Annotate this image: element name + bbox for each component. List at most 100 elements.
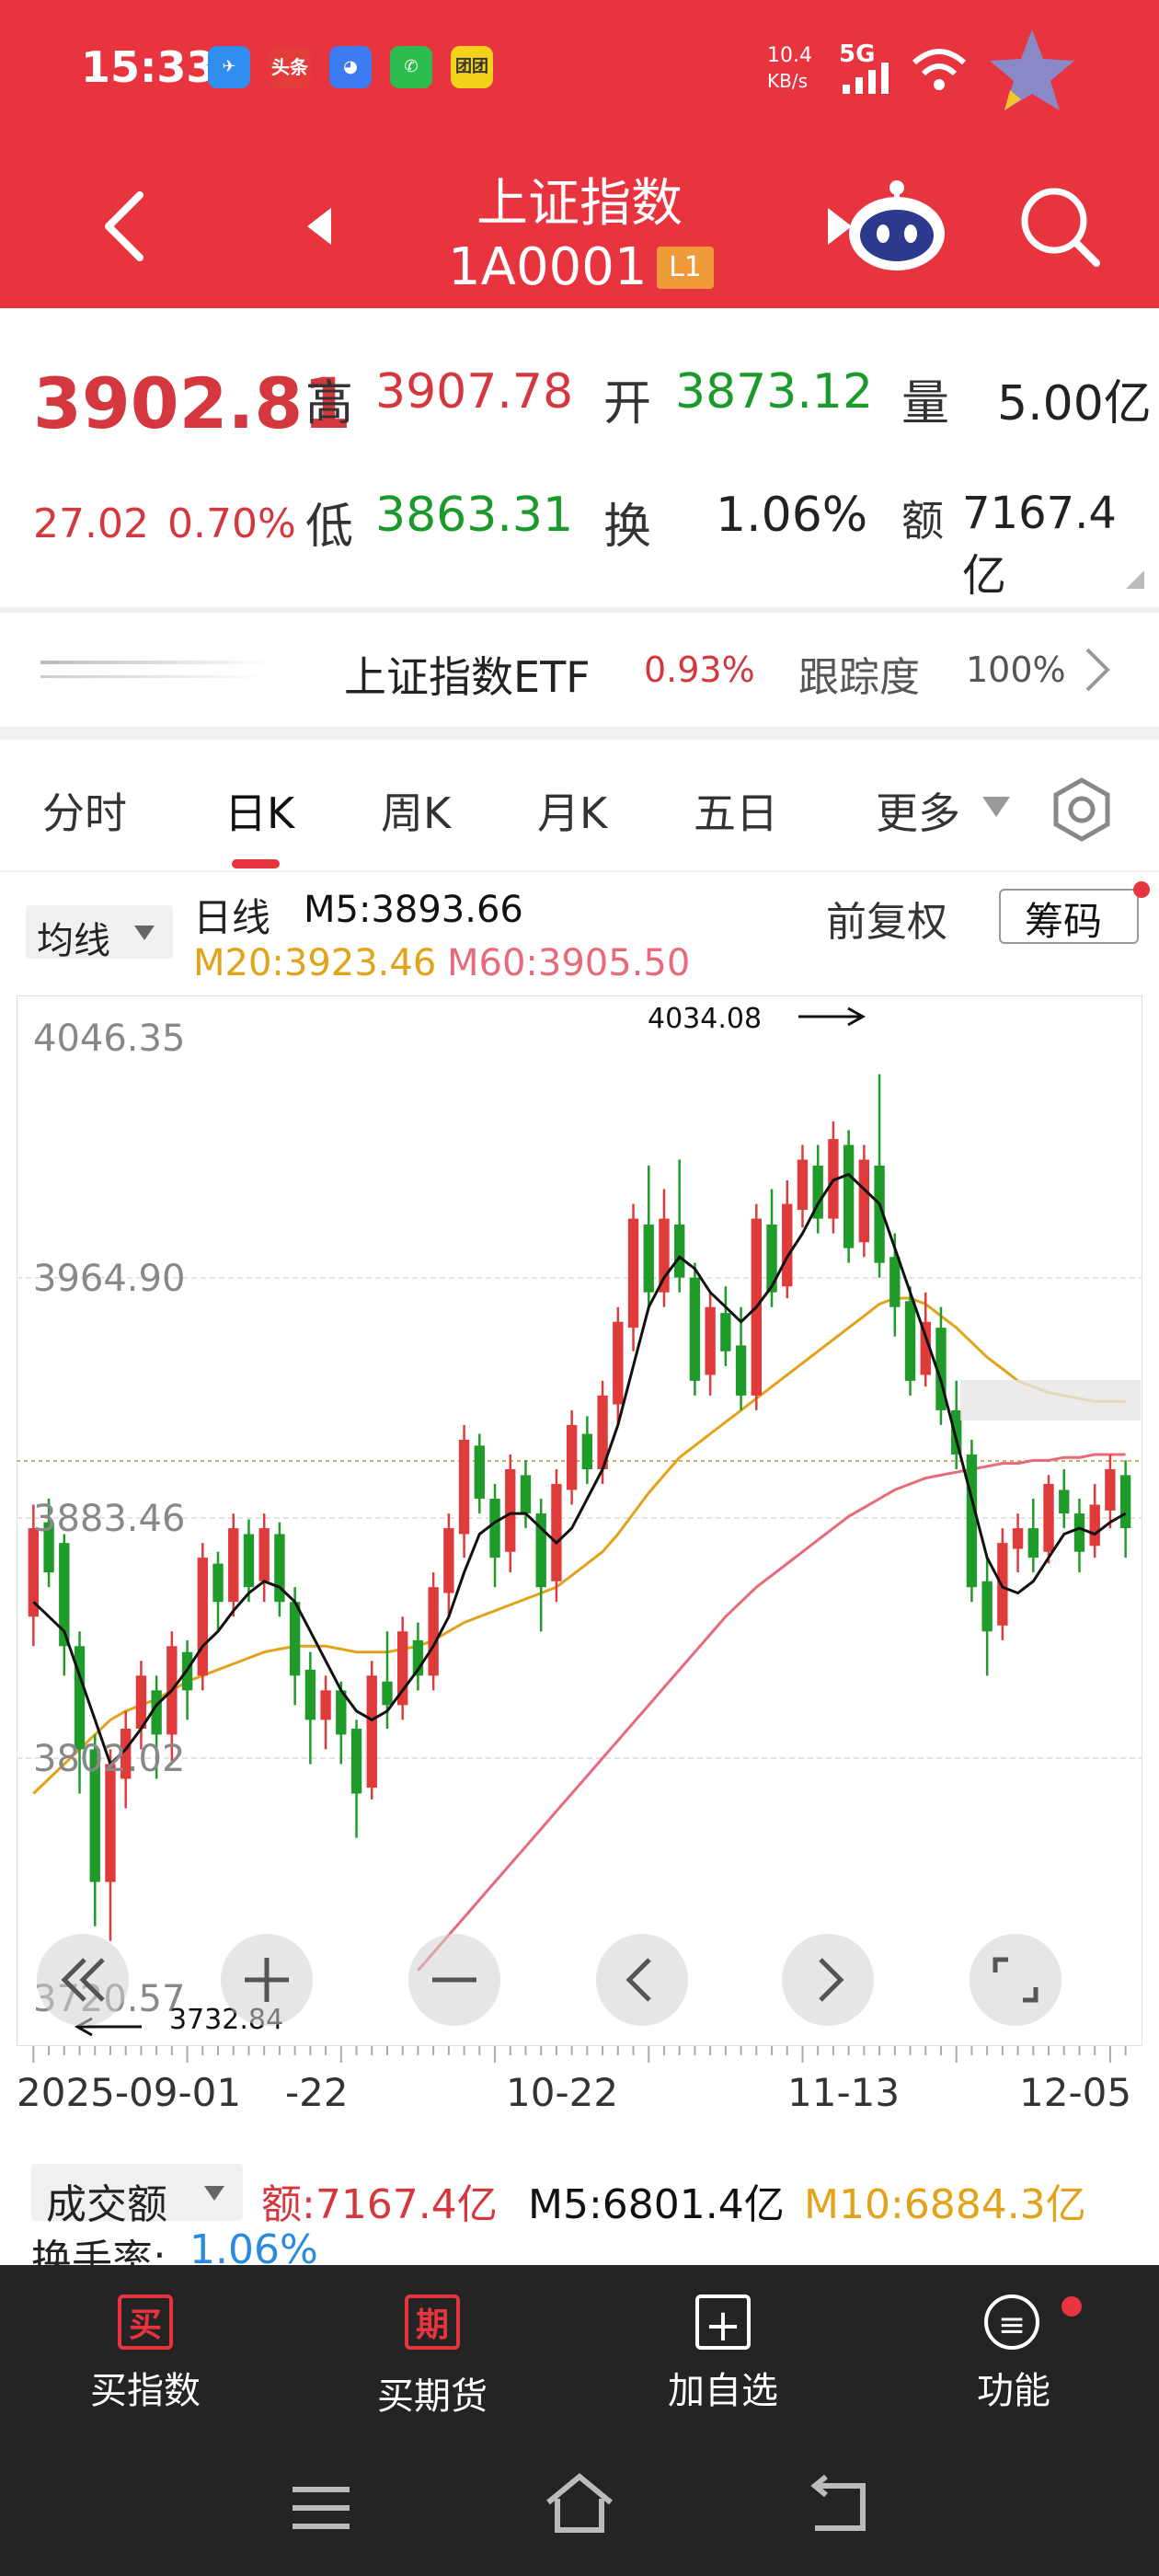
nav-buy-futures[interactable]: 买期货 xyxy=(331,2366,534,2420)
add-watchlist-icon: + xyxy=(695,2294,751,2352)
low-value: 3863.31 xyxy=(375,488,574,543)
ma5-line xyxy=(32,1172,1127,1767)
candle-body xyxy=(489,1499,500,1558)
stock-code: 1A0001 xyxy=(448,237,648,297)
tuantuan-app-icon: 团团 xyxy=(451,46,493,88)
turnover-label: 换 xyxy=(603,500,652,555)
tab-more[interactable]: 更多 xyxy=(876,780,960,841)
ma-selector-label: 均线 xyxy=(37,920,110,962)
expand-corner-icon[interactable] xyxy=(1124,569,1146,591)
nav-functions[interactable]: 功能 xyxy=(912,2361,1115,2414)
open-label: 开 xyxy=(603,376,652,431)
y-tick-label: 4046.35 xyxy=(33,1018,185,1060)
m5-value: M5:3893.66 xyxy=(304,889,523,931)
feishu-app-icon: ✈ xyxy=(208,46,250,88)
tab-five-day[interactable]: 五日 xyxy=(694,780,778,841)
m60-value: M60:3905.50 xyxy=(447,942,691,984)
m20-value: M20:3923.46 xyxy=(193,942,437,984)
candle-body xyxy=(674,1225,685,1278)
adjust-toggle[interactable]: 前复权 xyxy=(826,889,947,948)
candle-body xyxy=(720,1313,731,1351)
candle-body xyxy=(320,1690,331,1720)
y-tick-label: 3964.90 xyxy=(33,1258,185,1300)
candle-body xyxy=(289,1602,301,1676)
x-tick-label: 10-22 xyxy=(506,2070,619,2115)
fullscreen-icon xyxy=(993,1957,1039,2003)
tab-monthly-k[interactable]: 月K xyxy=(537,780,607,841)
high-label: 高 xyxy=(305,376,354,431)
divider xyxy=(0,727,1159,740)
buy-index-icon: 买 xyxy=(118,2294,173,2350)
candle-body xyxy=(243,1534,255,1588)
open-value: 3873.12 xyxy=(675,364,874,420)
functions-icon: ≡ xyxy=(984,2294,1039,2350)
divider xyxy=(0,607,1159,613)
current-price: 3902.81 xyxy=(33,362,352,444)
amount-label: 额 xyxy=(901,496,944,546)
buy-futures-icon: 期 xyxy=(405,2294,460,2350)
tab-daily-k[interactable]: 日K xyxy=(224,780,294,841)
notification-dot xyxy=(1061,2296,1082,2317)
candle-body xyxy=(258,1528,270,1581)
menu-icon[interactable] xyxy=(289,2482,353,2534)
high-value: 3907.78 xyxy=(375,364,574,420)
settings-hexagon-icon[interactable] xyxy=(1049,776,1115,843)
x-tick-label: 11-13 xyxy=(787,2070,901,2115)
home-icon[interactable] xyxy=(543,2471,616,2536)
dropdown-triangle-icon xyxy=(982,797,1010,817)
max-price-label: 4034.08 xyxy=(648,1003,763,1035)
ma20-line xyxy=(32,1296,1126,1795)
back-nav-icon[interactable] xyxy=(806,2475,870,2534)
toutiao-app-icon: 头条 xyxy=(269,46,311,88)
volume-m10: M10:6884.3亿 xyxy=(804,2181,1086,2228)
notification-dot xyxy=(1133,881,1150,898)
candle-body xyxy=(613,1321,624,1405)
candle-body xyxy=(505,1468,516,1552)
candle-body xyxy=(643,1225,654,1293)
arrow-right-icon xyxy=(798,1006,866,1027)
candle-body xyxy=(1105,1468,1116,1511)
candle-body xyxy=(1012,1528,1024,1549)
candle-body xyxy=(1119,1475,1131,1529)
page-title: 上证指数 xyxy=(476,174,683,234)
status-time: 15:33 xyxy=(81,42,216,92)
candle-body xyxy=(889,1257,901,1307)
nav-buy-index[interactable]: 买指数 xyxy=(44,2361,247,2414)
dropdown-icon xyxy=(204,2186,224,2201)
volume-m5: M5:6801.4亿 xyxy=(528,2181,785,2228)
x-axis-ticks xyxy=(32,2046,1127,2063)
candle-body xyxy=(566,1424,578,1490)
tab-timeshare[interactable]: 分时 xyxy=(42,780,127,841)
turnover-value: 1.06% xyxy=(716,488,868,543)
browser-app-icon: ◕ xyxy=(329,46,372,88)
nav-add-watchlist[interactable]: 加自选 xyxy=(622,2361,824,2414)
etf-sparkline xyxy=(40,661,270,664)
y-tick-label: 3883.46 xyxy=(33,1498,185,1540)
candle-body xyxy=(350,1729,362,1794)
candle-body xyxy=(627,1218,639,1328)
candle-body xyxy=(520,1475,532,1514)
net-speed: 10.4 xyxy=(767,44,812,67)
tab-weekly-k[interactable]: 周K xyxy=(381,780,451,841)
candle-body xyxy=(659,1218,670,1293)
candle-body xyxy=(1073,1513,1085,1552)
chevron-right-icon[interactable] xyxy=(1082,644,1113,696)
volume-label: 量 xyxy=(901,376,950,431)
star-icon xyxy=(990,29,1074,110)
etf-name[interactable]: 上证指数ETF xyxy=(344,644,591,705)
net-speed-unit: KB/s xyxy=(767,70,808,92)
dropdown-icon xyxy=(134,926,155,940)
chip-range-band xyxy=(960,1380,1141,1420)
candle-body xyxy=(689,1277,701,1381)
candle-body xyxy=(858,1159,870,1243)
kline-chart[interactable]: 4046.353964.903883.463802.023720.57 xyxy=(17,995,1142,2046)
plus-icon xyxy=(245,1958,289,2002)
candle-body xyxy=(304,1669,316,1720)
robot-assistant-icon[interactable] xyxy=(844,175,949,278)
signal-icon xyxy=(843,63,889,94)
volume-indicator-label: 成交额 xyxy=(46,2181,167,2228)
search-icon[interactable] xyxy=(1016,182,1104,270)
low-label: 低 xyxy=(305,500,354,555)
candle-body xyxy=(105,1764,116,1882)
volume-amount: 额:7167.4亿 xyxy=(261,2181,498,2228)
